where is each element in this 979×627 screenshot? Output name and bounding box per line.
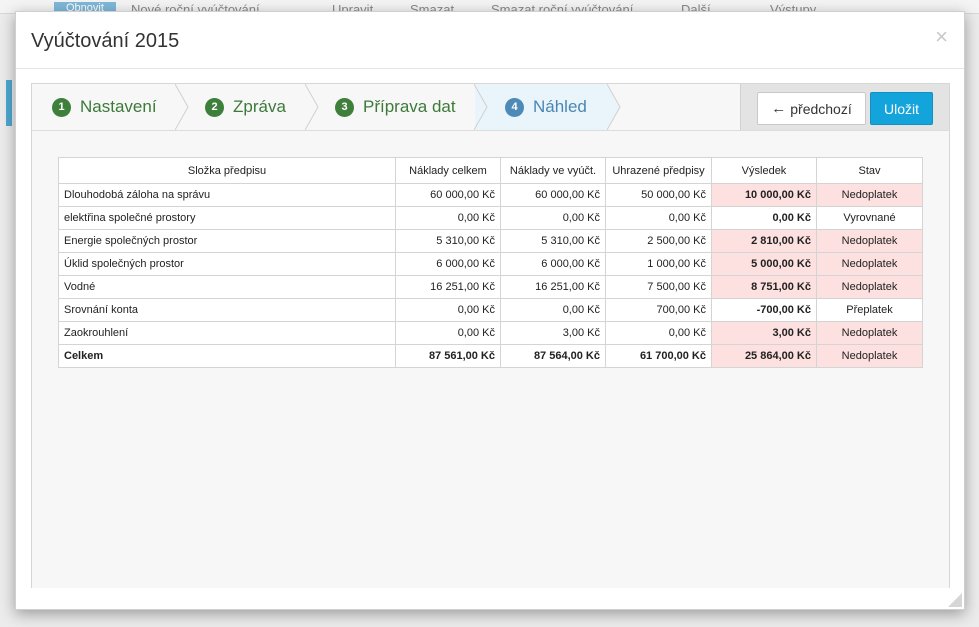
step-number: 4 (505, 97, 524, 117)
cell-cost-billed: 3,00 Kč (500, 321, 606, 345)
cell-component-name: Zaokrouhlení (58, 321, 396, 345)
cell-component-name: Srovnání konta (58, 298, 396, 322)
table-row: Srovnání konta 0,00 Kč 0,00 Kč 700,00 Kč -70… (58, 298, 923, 322)
cell-paid: 0,00 Kč (605, 321, 712, 345)
cell-state: Přeplatek (816, 298, 923, 322)
cell-cost-billed: 87 564,00 Kč (500, 344, 606, 368)
cell-state: Nedoplatek (816, 229, 923, 253)
save-button[interactable]: Uložit (870, 92, 933, 125)
step-separator-icon (607, 84, 621, 130)
cell-component-name: Vodné (58, 275, 396, 299)
column-header: Složka předpisu (58, 157, 396, 184)
cell-paid: 700,00 Kč (605, 298, 712, 322)
wizard-panel: 1 Nastavení 2 Zpráva 3 Příprava dat 4 Ná… (31, 83, 950, 588)
table-row: Energie společných prostor 5 310,00 Kč 5 3… (58, 229, 923, 253)
step-label: Nastavení (80, 97, 157, 116)
cell-component-name: Úklid společných prostor (58, 252, 396, 276)
cell-paid: 0,00 Kč (605, 206, 712, 230)
close-icon[interactable]: × (935, 26, 948, 48)
cell-component-name: Energie společných prostor (58, 229, 396, 253)
cell-state: Nedoplatek (816, 321, 923, 345)
column-header: Uhrazené předpisy (605, 157, 712, 184)
billing-preview-table: Složka předpisu Náklady celkem Náklady v… (58, 157, 923, 368)
bg-sidebar-accent (6, 80, 12, 126)
column-header: Stav (816, 157, 923, 184)
column-header: Náklady ve vyúčt. (500, 157, 606, 184)
step-data-preparation[interactable]: 3 Příprava dat (335, 84, 456, 130)
cell-result: 3,00 Kč (711, 321, 817, 345)
cell-result: 5 000,00 Kč (711, 252, 817, 276)
step-preview[interactable]: 4 Náhled (505, 84, 587, 130)
step-label: Náhled (533, 97, 587, 116)
step-report[interactable]: 2 Zpráva (205, 84, 286, 130)
previous-button-label: předchozí (790, 100, 852, 117)
cell-paid: 7 500,00 Kč (605, 275, 712, 299)
step-separator-icon (175, 84, 189, 130)
cell-component-name: elektřina společné prostory (58, 206, 396, 230)
arrow-left-icon: ← (771, 100, 787, 117)
table-row: Zaokrouhlení 0,00 Kč 3,00 Kč 0,00 Kč 3,00 Kč… (58, 321, 923, 345)
cell-cost-total: 60 000,00 Kč (395, 183, 501, 207)
cell-cost-total: 0,00 Kč (395, 206, 501, 230)
cell-cost-billed: 0,00 Kč (500, 206, 606, 230)
billing-modal: Vyúčtování 2015 × 1 Nastavení 2 Zpráva 3… (15, 11, 965, 610)
step-separator-icon (474, 84, 488, 130)
table-header-row: Složka předpisu Náklady celkem Náklady v… (58, 157, 923, 184)
cell-component-name: Celkem (58, 344, 396, 368)
cell-cost-total: 5 310,00 Kč (395, 229, 501, 253)
resize-grip-icon[interactable] (948, 593, 962, 607)
column-header: Náklady celkem (395, 157, 501, 184)
cell-state: Nedoplatek (816, 183, 923, 207)
step-number: 1 (52, 97, 71, 117)
cell-paid: 61 700,00 Kč (605, 344, 712, 368)
step-number: 3 (335, 97, 354, 117)
cell-result: 10 000,00 Kč (711, 183, 817, 207)
step-settings[interactable]: 1 Nastavení (52, 84, 157, 130)
modal-title: Vyúčtování 2015 (31, 30, 180, 52)
cell-cost-total: 6 000,00 Kč (395, 252, 501, 276)
cell-result: 8 751,00 Kč (711, 275, 817, 299)
cell-state: Nedoplatek (816, 344, 923, 368)
cell-paid: 1 000,00 Kč (605, 252, 712, 276)
cell-cost-billed: 60 000,00 Kč (500, 183, 606, 207)
cell-state: Nedoplatek (816, 252, 923, 276)
cell-cost-billed: 16 251,00 Kč (500, 275, 606, 299)
cell-cost-total: 0,00 Kč (395, 298, 501, 322)
table-row: Úklid společných prostor 6 000,00 Kč 6 000… (58, 252, 923, 276)
step-separator-icon (305, 84, 319, 130)
cell-cost-total: 87 561,00 Kč (395, 344, 501, 368)
column-header: Výsledek (711, 157, 817, 184)
cell-result: 0,00 Kč (711, 206, 817, 230)
wizard-actions: ← předchozí Uložit (740, 84, 949, 130)
cell-paid: 2 500,00 Kč (605, 229, 712, 253)
table-row: elektřina společné prostory 0,00 Kč 0,00 K… (58, 206, 923, 230)
modal-header: Vyúčtování 2015 × (16, 12, 964, 69)
table-total-row: Celkem 87 561,00 Kč 87 564,00 Kč 61 700,00 … (58, 344, 923, 368)
cell-result: 2 810,00 Kč (711, 229, 817, 253)
step-label: Zpráva (233, 97, 286, 116)
cell-state: Vyrovnané (816, 206, 923, 230)
table-row: Dlouhodobá záloha na správu 60 000,00 Kč 6… (58, 183, 923, 207)
cell-state: Nedoplatek (816, 275, 923, 299)
cell-result: 25 864,00 Kč (711, 344, 817, 368)
cell-cost-billed: 5 310,00 Kč (500, 229, 606, 253)
cell-result: -700,00 Kč (711, 298, 817, 322)
wizard-steps: 1 Nastavení 2 Zpráva 3 Příprava dat 4 Ná… (32, 84, 949, 131)
cell-cost-billed: 0,00 Kč (500, 298, 606, 322)
cell-cost-total: 16 251,00 Kč (395, 275, 501, 299)
cell-paid: 50 000,00 Kč (605, 183, 712, 207)
preview-content: Složka předpisu Náklady celkem Náklady v… (32, 131, 949, 588)
step-label: Příprava dat (363, 97, 456, 116)
cell-cost-total: 0,00 Kč (395, 321, 501, 345)
cell-component-name: Dlouhodobá záloha na správu (58, 183, 396, 207)
cell-cost-billed: 6 000,00 Kč (500, 252, 606, 276)
previous-button[interactable]: ← předchozí (757, 92, 866, 125)
table-row: Vodné 16 251,00 Kč 16 251,00 Kč 7 500,00 Kč… (58, 275, 923, 299)
step-number: 2 (205, 97, 224, 117)
